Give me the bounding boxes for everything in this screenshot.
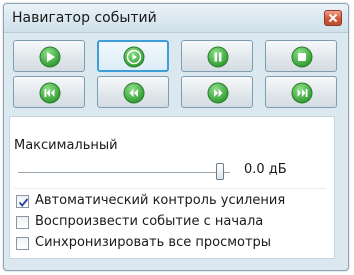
pause-button[interactable] bbox=[181, 40, 253, 72]
volume-slider-thumb[interactable] bbox=[216, 163, 224, 180]
play-circle-icon bbox=[123, 46, 145, 68]
skip-back-icon bbox=[39, 82, 61, 104]
sync-views-label: Синхронизировать все просмотры bbox=[35, 235, 272, 250]
rewind-button[interactable] bbox=[97, 76, 169, 108]
play-icon bbox=[39, 46, 61, 68]
play-button[interactable] bbox=[13, 40, 85, 72]
play-from-start-checkbox[interactable] bbox=[16, 216, 29, 229]
volume-label: Максимальный bbox=[14, 138, 118, 153]
stop-button[interactable] bbox=[265, 40, 337, 72]
window-title: Навигатор событий bbox=[12, 10, 157, 26]
play-from-start-label: Воспроизвести событие с начала bbox=[35, 214, 264, 229]
divider bbox=[14, 188, 326, 189]
stop-icon bbox=[291, 46, 313, 68]
skip-to-start-button[interactable] bbox=[13, 76, 85, 108]
checkmark-icon bbox=[18, 198, 29, 208]
fast-forward-icon bbox=[207, 82, 229, 104]
fast-forward-button[interactable] bbox=[181, 76, 253, 108]
volume-slider-track[interactable] bbox=[18, 172, 230, 173]
auto-gain-label: Автоматический контроль усиления bbox=[35, 193, 286, 208]
volume-value: 0.0 дБ bbox=[244, 162, 287, 177]
sync-views-checkbox[interactable] bbox=[16, 237, 29, 250]
rewind-icon bbox=[123, 82, 145, 104]
pause-icon bbox=[207, 46, 229, 68]
skip-forward-icon bbox=[291, 82, 313, 104]
close-button[interactable] bbox=[324, 10, 342, 26]
play-from-start-button[interactable] bbox=[97, 40, 169, 72]
title-bar[interactable]: Навигатор событий bbox=[4, 4, 348, 33]
skip-to-end-button[interactable] bbox=[265, 76, 337, 108]
auto-gain-checkbox[interactable] bbox=[16, 195, 29, 208]
